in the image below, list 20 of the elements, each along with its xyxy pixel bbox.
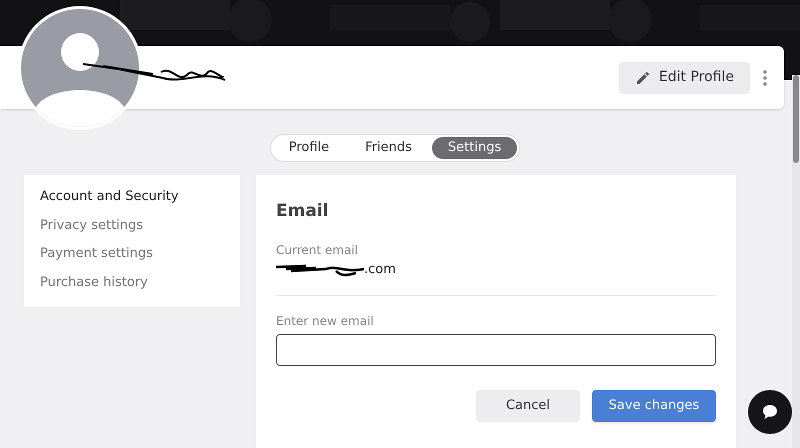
sidebar-item[interactable]: Purchase history — [40, 272, 148, 292]
save-changes-button[interactable]: Save changes — [592, 390, 716, 422]
sidebar-item[interactable]: Payment settings — [40, 244, 153, 264]
current-email-value: .com — [364, 260, 396, 278]
email-input-field[interactable] — [276, 334, 716, 366]
edit-profile-button[interactable]: Edit Profile — [618, 62, 750, 94]
field-label: Current email — [276, 242, 358, 258]
pencil-icon — [634, 70, 651, 86]
chat-bubble-icon — [761, 403, 779, 421]
cancel-button[interactable]: Cancel — [476, 390, 580, 422]
field-label: Enter new email — [276, 313, 374, 330]
chat-button[interactable] — [748, 390, 792, 434]
tab[interactable]: Settings — [432, 137, 518, 159]
sidebar-item[interactable]: Account and Security — [40, 187, 179, 206]
sidebar-item[interactable]: Privacy settings — [40, 216, 144, 235]
tab[interactable]: Friends — [349, 137, 428, 159]
tab[interactable]: Profile — [272, 137, 346, 159]
more-options-icon[interactable] — [762, 68, 768, 86]
section-title: Email — [276, 200, 328, 223]
scrollbar-thumb[interactable] — [793, 75, 799, 163]
